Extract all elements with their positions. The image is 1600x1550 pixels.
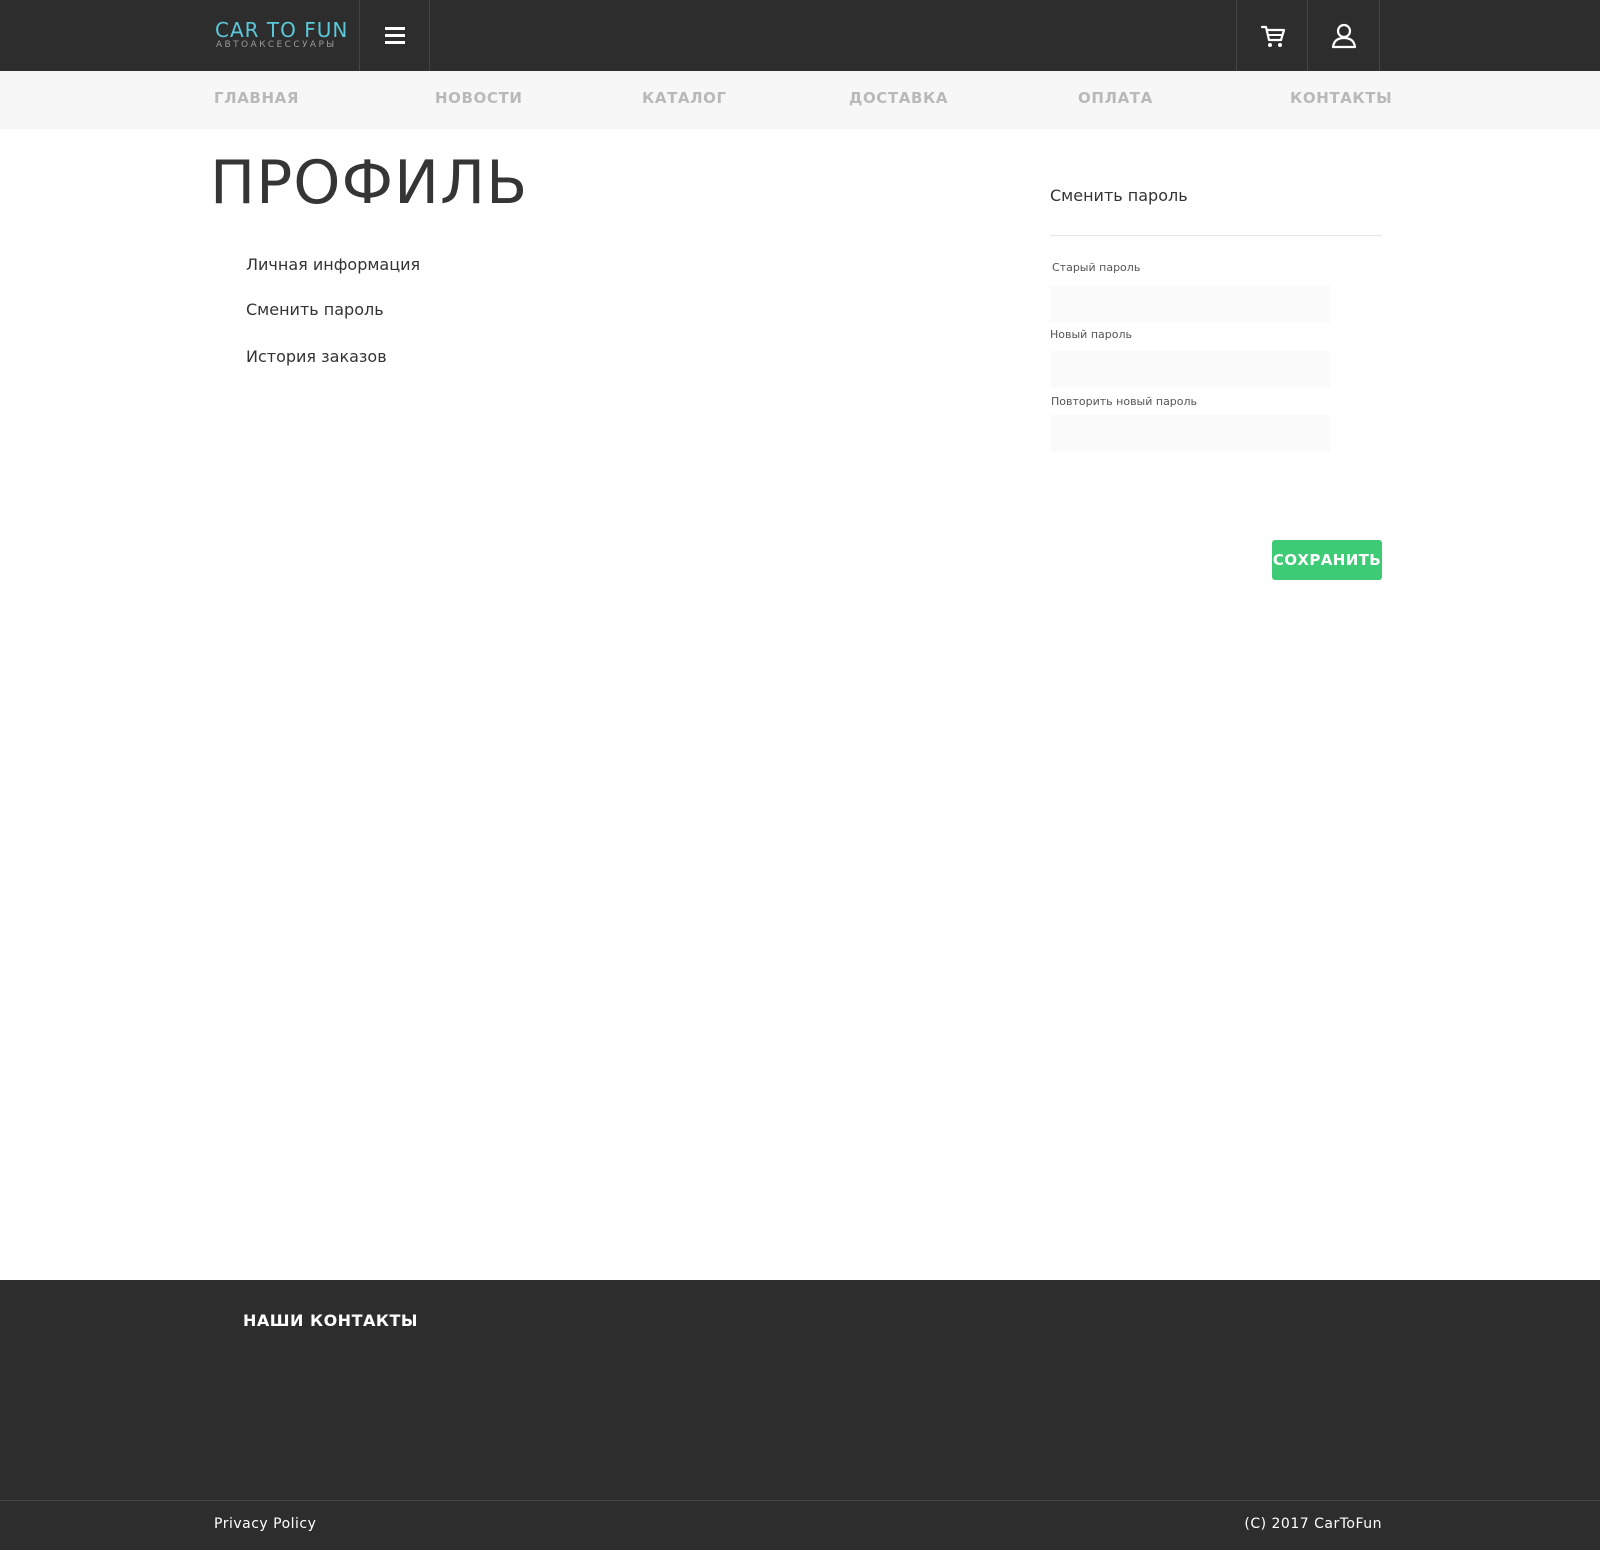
top-header: CAR TO FUN АВТОАКСЕССУАРЫ [0, 0, 1600, 71]
nav-item-payment[interactable]: ОПЛАТА [1078, 89, 1153, 107]
page-title: ПРОФИЛЬ [210, 148, 529, 218]
user-icon [1331, 23, 1356, 48]
cart-icon [1260, 25, 1285, 47]
change-password-title: Сменить пароль [1050, 186, 1188, 205]
cart-button[interactable] [1237, 0, 1308, 71]
site-footer: НАШИ КОНТАКТЫ Privacy Policy (C) 2017 Ca… [0, 1280, 1600, 1550]
user-button[interactable] [1308, 0, 1379, 71]
nav-item-news[interactable]: НОВОСТИ [435, 89, 522, 107]
copyright-text: (C) 2017 CarToFun [1244, 1516, 1382, 1532]
old-password-field[interactable] [1050, 286, 1330, 322]
header-divider [1379, 0, 1380, 71]
profile-link-change-password[interactable]: Сменить пароль [246, 300, 384, 319]
header-divider [429, 0, 430, 71]
panel-divider [1050, 235, 1382, 236]
menu-button[interactable] [360, 0, 429, 71]
privacy-policy-link[interactable]: Privacy Policy [214, 1516, 316, 1532]
nav-item-contacts[interactable]: КОНТАКТЫ [1290, 89, 1392, 107]
nav-item-delivery[interactable]: ДОСТАВКА [849, 89, 948, 107]
new-password-field[interactable] [1050, 351, 1330, 387]
footer-contacts-heading: НАШИ КОНТАКТЫ [243, 1311, 418, 1330]
repeat-password-label: Повторить новый пароль [1051, 395, 1198, 408]
profile-link-personal-info[interactable]: Личная информация [246, 255, 420, 274]
site-logo[interactable]: CAR TO FUN АВТОАКСЕССУАРЫ [214, 18, 354, 54]
new-password-label: Новый пароль [1050, 328, 1132, 341]
logo-subtitle: АВТОАКСЕССУАРЫ [216, 40, 337, 50]
old-password-label: Старый пароль [1052, 261, 1141, 274]
nav-item-catalog[interactable]: КАТАЛОГ [642, 89, 727, 107]
footer-divider [0, 1500, 1600, 1501]
logo-title: CAR TO FUN [215, 18, 349, 42]
hamburger-icon [384, 26, 405, 45]
nav-item-home[interactable]: ГЛАВНАЯ [214, 89, 299, 107]
repeat-password-field[interactable] [1050, 415, 1330, 451]
main-navigation: ГЛАВНАЯ НОВОСТИ КАТАЛОГ ДОСТАВКА ОПЛАТА … [0, 71, 1600, 129]
profile-link-order-history[interactable]: История заказов [246, 347, 387, 366]
save-button[interactable]: СОХРАНИТЬ [1272, 540, 1382, 580]
